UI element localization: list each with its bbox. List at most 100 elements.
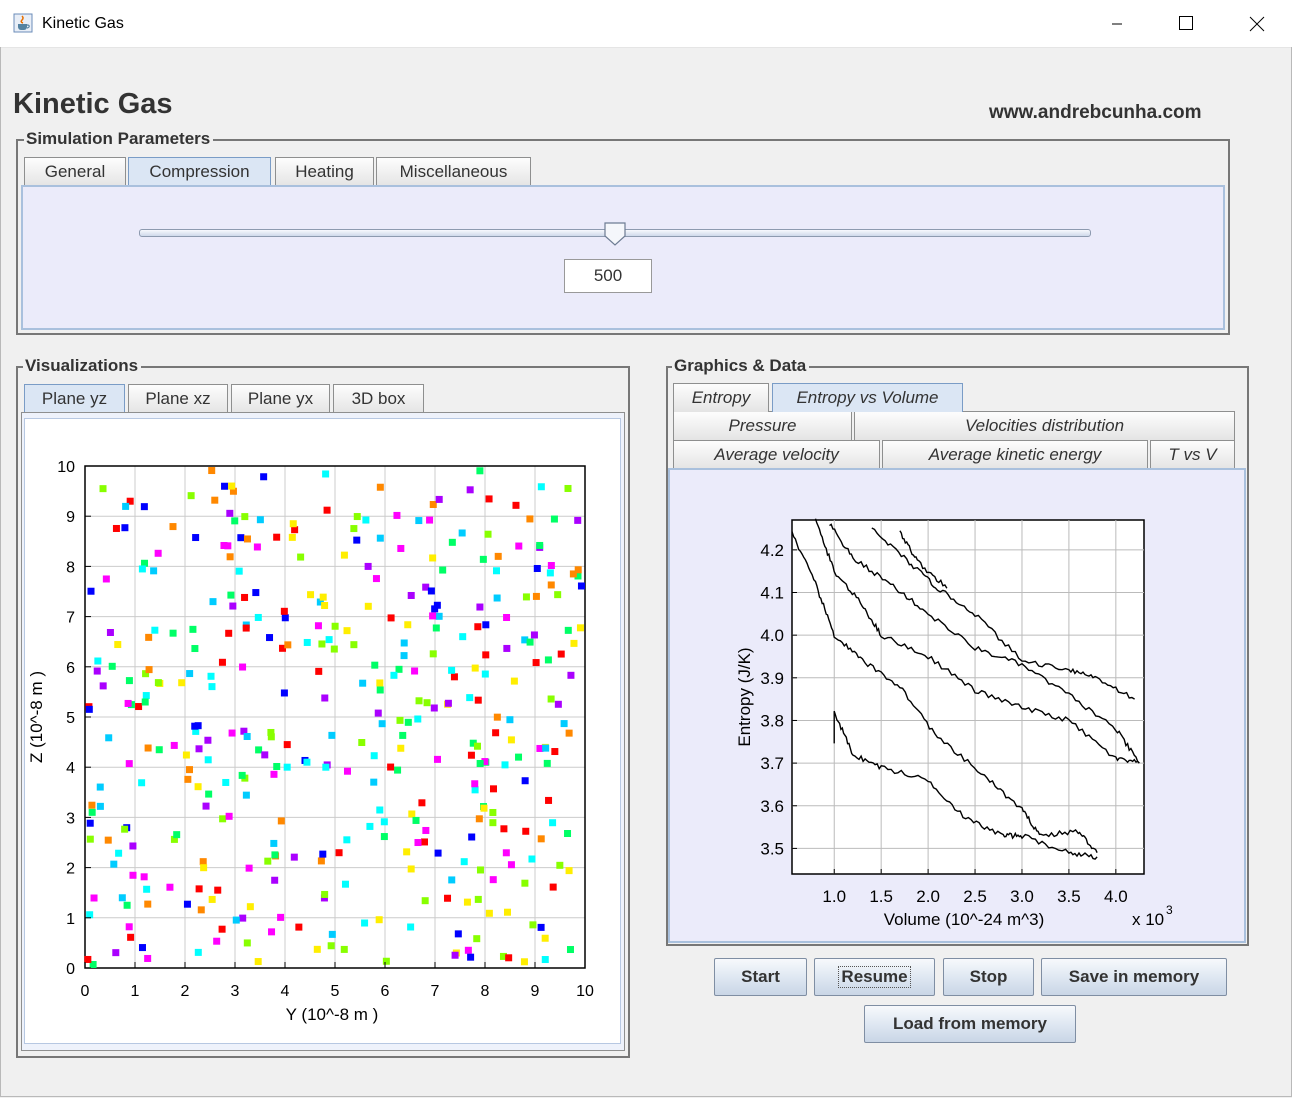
compression-value-field[interactable]: 500 (564, 259, 652, 293)
particle (466, 694, 474, 702)
particle (170, 741, 178, 749)
minimize-icon[interactable] (1094, 0, 1140, 47)
particle (204, 736, 212, 744)
particle (127, 933, 135, 941)
particle (226, 553, 234, 561)
particle (358, 739, 366, 747)
tab-heating[interactable]: Heating (275, 157, 374, 186)
x-tick-label: 3 (231, 983, 240, 1000)
particle (288, 533, 296, 541)
particle (526, 515, 534, 523)
particle (321, 694, 329, 702)
particle (400, 639, 408, 647)
particle (376, 686, 384, 694)
tab-velocities-distribution[interactable]: Velocities distribution (854, 411, 1235, 440)
particle (104, 836, 112, 844)
particle (489, 808, 497, 816)
slider-thumb[interactable] (603, 222, 627, 246)
particle (414, 839, 422, 847)
particle (550, 515, 558, 523)
particle (387, 763, 395, 771)
particle (194, 948, 202, 956)
particle (522, 827, 530, 835)
particle (466, 486, 474, 494)
particle (123, 901, 131, 909)
particle (208, 895, 216, 903)
particle (110, 860, 118, 868)
particle (166, 883, 174, 891)
particle (277, 913, 285, 921)
tab-general[interactable]: General (24, 157, 126, 186)
particle (537, 483, 545, 491)
tab-average-velocity[interactable]: Average velocity (673, 440, 880, 469)
tab-entropy[interactable]: Entropy (673, 383, 769, 412)
particle (231, 517, 239, 525)
particle (108, 662, 116, 670)
resume-button-label: Resume (838, 966, 911, 988)
particle (503, 908, 511, 916)
particle (260, 473, 268, 481)
save-in-memory-button[interactable]: Save in memory (1041, 958, 1227, 996)
entropy-volume-chart: 1.0 1.5 2.0 2.5 3.0 3.5 4.0 3.5 3.6 3.7 3.8 3.9 4.0 4… (735, 518, 1173, 929)
particle (484, 530, 492, 538)
start-button[interactable]: Start (714, 958, 807, 996)
particle (129, 842, 137, 850)
y-axis-label: Entropy (J/K) (735, 647, 754, 746)
tab-plane-yx[interactable]: Plane yx (231, 384, 330, 413)
tab-compression[interactable]: Compression (128, 157, 271, 186)
particle (143, 885, 151, 893)
close-icon[interactable] (1233, 0, 1279, 47)
particle (547, 695, 555, 703)
particle (512, 501, 520, 509)
y-tick-label: 4.1 (760, 584, 784, 603)
tab-plane-xz[interactable]: Plane xz (128, 384, 228, 413)
particle (328, 930, 336, 938)
particle (93, 667, 101, 675)
particle (317, 857, 325, 865)
particle (526, 638, 534, 646)
particle (322, 763, 330, 771)
particle (404, 718, 412, 726)
particle (545, 796, 553, 804)
resume-button[interactable]: Resume (814, 958, 935, 996)
particle (378, 720, 386, 728)
particle (380, 833, 388, 841)
particle (242, 791, 250, 799)
particle (237, 534, 245, 542)
particle (144, 900, 152, 908)
particle (433, 601, 441, 609)
particle (485, 495, 493, 503)
tab-average-kinetic-energy[interactable]: Average kinetic energy (882, 440, 1148, 469)
particle (515, 542, 523, 550)
x-tick-label: 4.0 (1104, 887, 1128, 906)
tab-t-vs-v[interactable]: T vs V (1150, 440, 1235, 469)
x-tick-label: 4 (281, 983, 290, 1000)
particle (507, 736, 515, 744)
particle (364, 562, 372, 570)
maximize-icon[interactable] (1163, 0, 1209, 47)
load-from-memory-button[interactable]: Load from memory (864, 1005, 1076, 1043)
tab-pressure[interactable]: Pressure (673, 411, 852, 440)
particle (546, 569, 554, 577)
particle (271, 851, 279, 859)
particle (105, 734, 113, 742)
y-tick-label: 9 (66, 509, 75, 526)
tab-plane-yz[interactable]: Plane yz (24, 384, 125, 413)
particle (471, 780, 479, 788)
particle (273, 533, 281, 541)
particle (448, 666, 456, 674)
particle (268, 928, 276, 936)
tab-entropy-vs-volume[interactable]: Entropy vs Volume (772, 383, 963, 412)
x-tick-label: 9 (531, 983, 540, 1000)
particle (88, 808, 96, 816)
particle (270, 770, 278, 778)
particle (549, 883, 557, 891)
tab-3d-box[interactable]: 3D box (333, 384, 424, 413)
stop-button[interactable]: Stop (943, 958, 1034, 996)
particle (169, 523, 177, 531)
y-tick-label: 10 (57, 459, 75, 476)
y-tick-label: 8 (66, 559, 75, 576)
x-tick-label: 2 (181, 983, 190, 1000)
particle (492, 729, 500, 737)
tab-miscellaneous[interactable]: Miscellaneous (376, 157, 531, 186)
